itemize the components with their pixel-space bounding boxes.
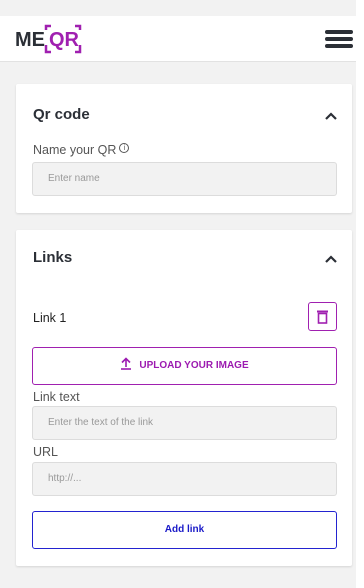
header: ME QR bbox=[0, 16, 356, 62]
name-your-qr-label: Name your QR i bbox=[33, 143, 130, 157]
right-edge bbox=[356, 0, 364, 588]
qr-name-placeholder: Enter name bbox=[48, 173, 100, 184]
qr-name-input[interactable]: Enter name bbox=[32, 162, 337, 196]
page: ME QR Qr code Name your QR i Enter name L… bbox=[0, 0, 356, 588]
link-text-placeholder: Enter the text of the link bbox=[48, 417, 154, 428]
delete-link-button[interactable] bbox=[308, 302, 337, 331]
url-input[interactable]: http://... bbox=[32, 462, 337, 496]
qr-code-card: Qr code Name your QR i Enter name bbox=[16, 84, 352, 213]
qr-card-title: Qr code bbox=[33, 106, 90, 123]
links-card: Links Link 1 UPLOAD YOUR IMAGE Link text… bbox=[16, 230, 352, 566]
chevron-up-icon[interactable] bbox=[324, 254, 338, 264]
url-label: URL bbox=[33, 445, 59, 459]
meqr-logo[interactable]: ME QR bbox=[15, 22, 85, 56]
links-card-title: Links bbox=[33, 249, 73, 266]
trash-icon bbox=[317, 310, 328, 324]
bottom-edge bbox=[0, 578, 356, 588]
add-link-label: Add link bbox=[164, 524, 205, 535]
hamburger-menu-icon[interactable] bbox=[325, 30, 353, 48]
chevron-up-icon[interactable] bbox=[324, 111, 338, 121]
add-link-button[interactable]: Add link bbox=[32, 511, 337, 549]
upload-icon bbox=[121, 357, 132, 370]
link-1-label: Link 1 bbox=[33, 311, 67, 325]
link-text-input[interactable]: Enter the text of the link bbox=[32, 406, 337, 440]
info-icon[interactable]: i bbox=[119, 143, 130, 153]
name-your-qr-text: Name your QR bbox=[33, 143, 117, 157]
upload-image-label: UPLOAD YOUR IMAGE bbox=[139, 360, 249, 371]
logo-text-me: ME bbox=[15, 29, 45, 51]
upload-image-button[interactable]: UPLOAD YOUR IMAGE bbox=[32, 347, 337, 385]
url-placeholder: http://... bbox=[48, 473, 82, 484]
link-text-label: Link text bbox=[33, 390, 80, 404]
logo-text-qr: QR bbox=[49, 29, 80, 51]
